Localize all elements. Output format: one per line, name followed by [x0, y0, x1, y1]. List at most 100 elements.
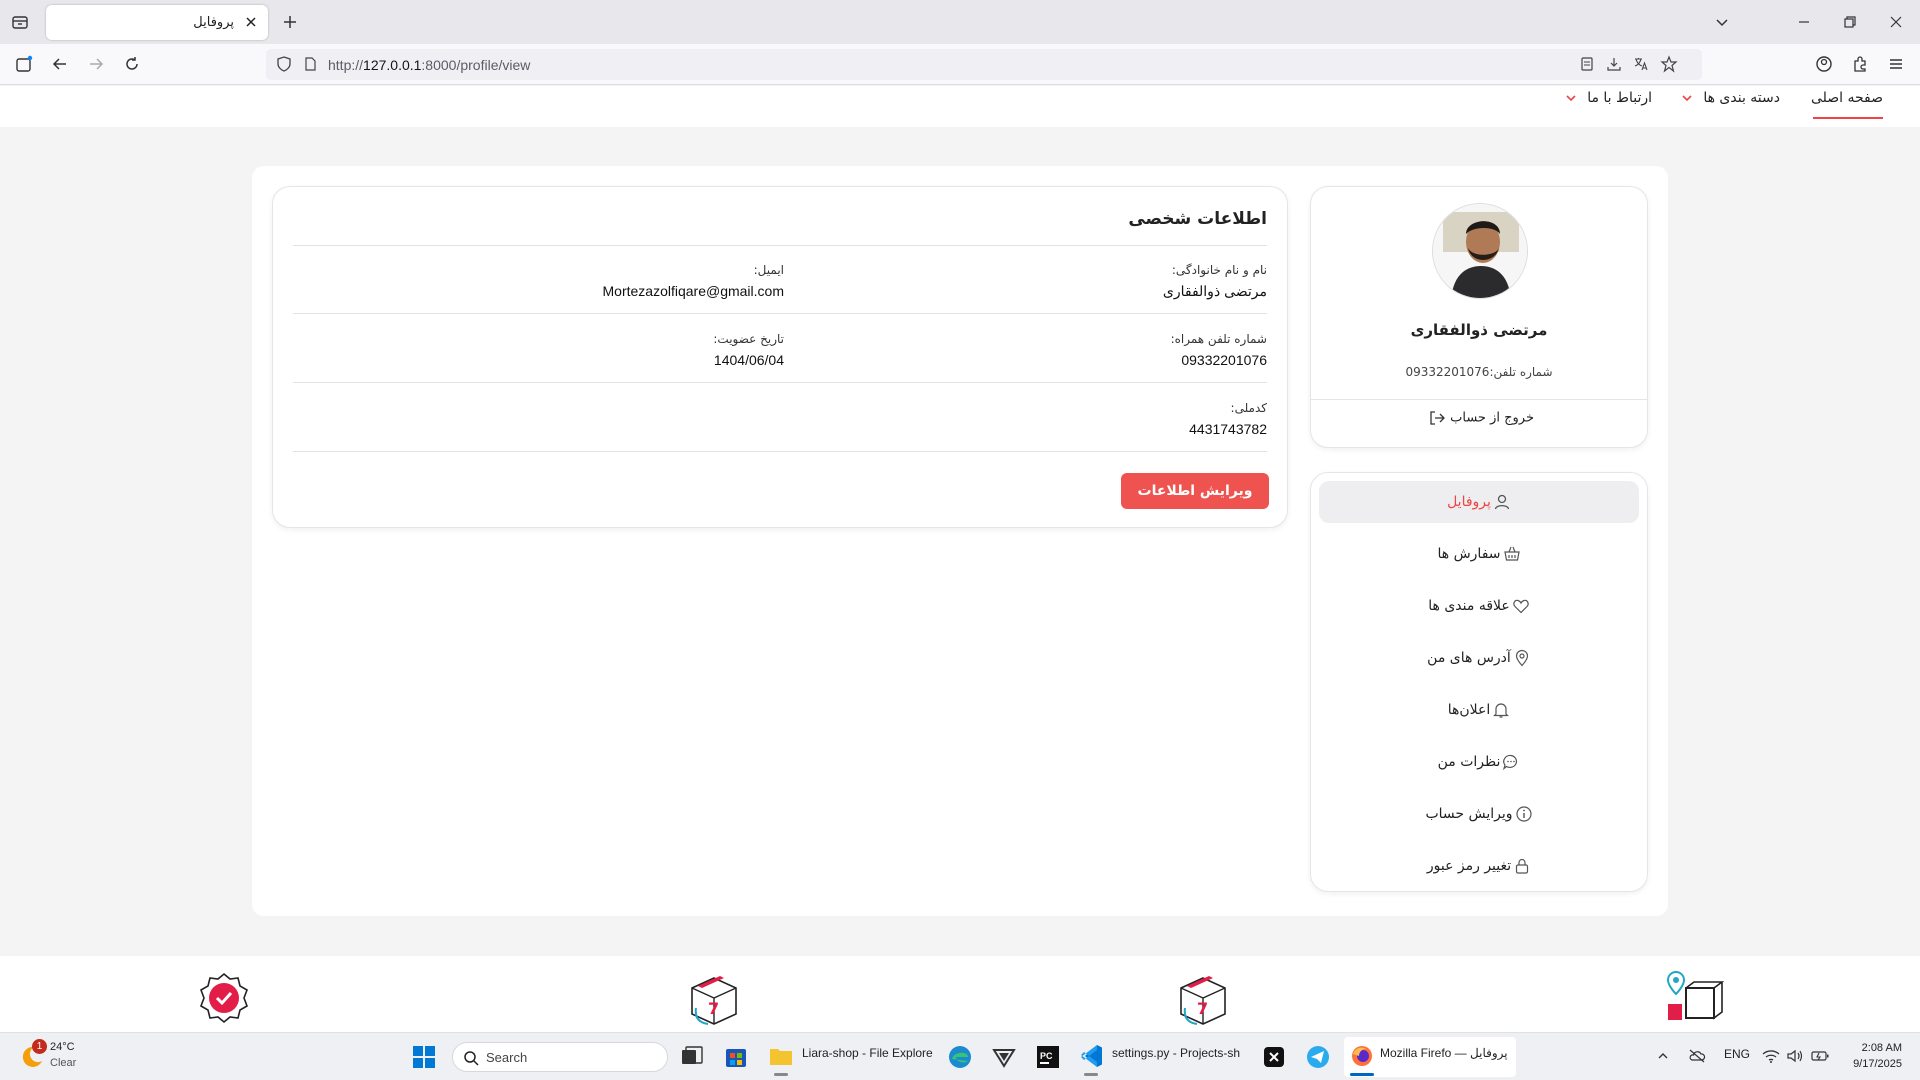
volume-icon[interactable] — [1786, 1048, 1804, 1064]
bookmark-star-icon[interactable] — [1660, 55, 1678, 73]
clock-date: 9/17/2025 — [1853, 1058, 1902, 1070]
user-icon — [1494, 494, 1510, 510]
menu-item-label: سفارش ها — [1437, 546, 1501, 562]
email-value: Mortezazolfiqare@gmail.com — [602, 283, 785, 299]
menu-item-profile[interactable]: پروفایل — [1319, 481, 1639, 523]
avatar-photo — [1433, 204, 1527, 298]
browser-nav-bar: http://127.0.0.1:8000/profile/view — [0, 44, 1920, 85]
windows-start-icon[interactable] — [410, 1041, 438, 1073]
chevron-down-icon — [1566, 95, 1576, 102]
email-label: ایمیل: — [753, 263, 784, 277]
close-tab-icon[interactable] — [244, 15, 258, 29]
fullname-label: نام و نام خانوادگی: — [1171, 263, 1267, 277]
seven-day-return-icon: 7 — [691, 976, 737, 1025]
express-shipping-icon — [1666, 970, 1724, 1020]
extensions-icon[interactable] — [1850, 54, 1870, 74]
translate-icon[interactable] — [1633, 56, 1649, 72]
chevron-down-icon — [1682, 95, 1692, 102]
battery-icon[interactable] — [1810, 1048, 1830, 1064]
nav-contact-label: ارتباط با ما — [1587, 90, 1652, 106]
restore-icon[interactable] — [1840, 12, 1860, 32]
bell-icon — [1493, 703, 1510, 718]
svg-text:7: 7 — [1197, 999, 1208, 1018]
shield-icon[interactable] — [276, 56, 292, 72]
notion-app-icon[interactable] — [1260, 1041, 1288, 1073]
divider — [293, 313, 1267, 314]
reload-icon[interactable] — [122, 54, 142, 74]
language-indicator[interactable]: ENG — [1724, 1047, 1750, 1061]
store-icon[interactable] — [722, 1041, 750, 1073]
logout-button[interactable]: خروج از حساب — [1311, 409, 1647, 427]
nav-home-link[interactable]: صفحه اصلی — [1811, 90, 1883, 106]
menu-item-notifications[interactable]: اعلان‌ها — [1319, 689, 1639, 731]
minimize-icon[interactable] — [1794, 12, 1814, 32]
close-window-icon[interactable] — [1886, 12, 1906, 32]
onedrive-icon[interactable] — [1688, 1048, 1706, 1064]
firefox-icon — [1352, 1046, 1372, 1066]
edit-info-button[interactable]: ویرایش اطلاعات — [1121, 473, 1269, 509]
svg-text:7: 7 — [708, 999, 719, 1018]
member-since-label: تاریخ عضویت: — [713, 332, 784, 346]
back-icon[interactable] — [50, 54, 70, 74]
page-content: صفحه اصلی دسته بندی ها ارتباط با ما اطلا… — [0, 86, 1920, 1032]
logout-label: خروج از حساب — [1450, 410, 1534, 426]
windows-taskbar: 1 24°C Clear Search Liara-shop - File Ex… — [0, 1032, 1920, 1080]
seven-day-delivery-icon: 7 — [1180, 976, 1226, 1025]
menu-item-comments[interactable]: نظرات من — [1319, 741, 1639, 783]
browser-tab-active[interactable]: پروفایل — [46, 5, 268, 40]
features-strip: 7 7 — [0, 956, 1920, 1032]
nav-contact-link[interactable]: ارتباط با ما — [1565, 90, 1652, 106]
vscode-icon — [1081, 1045, 1102, 1067]
taskbar-file-explorer[interactable]: Liara-shop - File Explore — [766, 1037, 936, 1077]
task-view-icon[interactable] — [678, 1041, 706, 1073]
menu-item-label: علاقه مندی ها — [1428, 598, 1510, 614]
pycharm-icon[interactable]: PC — [1034, 1041, 1062, 1073]
chevron-up-icon[interactable] — [1656, 1049, 1670, 1063]
tab-title: پروفایل — [193, 15, 234, 30]
vpn-app-icon[interactable] — [990, 1041, 1018, 1073]
edge-icon[interactable] — [946, 1041, 974, 1073]
menu-item-favorites[interactable]: علاقه مندی ها — [1319, 585, 1639, 627]
nav-categories-link[interactable]: دسته بندی ها — [1681, 90, 1780, 106]
heart-icon — [1513, 599, 1529, 614]
new-tab-icon[interactable] — [280, 12, 300, 32]
search-icon — [464, 1051, 479, 1066]
logout-icon — [1430, 411, 1445, 425]
browser-tab-bar: پروفایل — [0, 0, 1920, 44]
menu-item-change-password[interactable]: تغییر رمز عبور — [1319, 845, 1639, 887]
taskbar-search[interactable]: Search — [452, 1042, 668, 1072]
account-icon[interactable] — [1814, 54, 1834, 74]
tab-list-icon[interactable] — [10, 12, 30, 32]
taskbar-firefox[interactable]: Mozilla Firefo — پروفایل — [1344, 1037, 1516, 1077]
forward-icon[interactable] — [86, 54, 106, 74]
weather-condition: Clear — [50, 1057, 77, 1069]
firefox-label: Mozilla Firefo — پروفایل — [1380, 1046, 1508, 1060]
national-code-value: 4431743782 — [1189, 421, 1267, 437]
reader-view-icon[interactable] — [1579, 56, 1595, 72]
fullname-value: مرتضی ذوالفقاری — [1162, 283, 1267, 299]
weather-badge: 1 — [32, 1039, 47, 1054]
menu-item-orders[interactable]: سفارش ها — [1319, 533, 1639, 575]
svg-text:PC: PC — [1040, 1051, 1053, 1061]
download-page-icon[interactable] — [1606, 56, 1622, 72]
vscode-label: settings.py - Projects-sh — [1112, 1046, 1241, 1060]
url-bar[interactable]: http://127.0.0.1:8000/profile/view — [266, 49, 1702, 80]
clock-time: 2:08 AM — [1861, 1042, 1902, 1054]
sidebar-toggle-icon[interactable] — [14, 54, 34, 74]
phone-value: 09332201076 — [1181, 352, 1267, 368]
profile-phone: شماره تلفن:09332201076 — [1405, 365, 1553, 379]
divider — [293, 451, 1267, 452]
menu-item-edit-account[interactable]: ویرایش حساب — [1319, 793, 1639, 835]
hamburger-menu-icon[interactable] — [1886, 54, 1906, 74]
list-all-tabs-icon[interactable] — [1712, 12, 1732, 32]
folder-icon — [770, 1049, 792, 1065]
taskbar-vscode[interactable]: settings.py - Projects-sh — [1076, 1037, 1246, 1077]
system-clock[interactable]: 2:08 AM 9/17/2025 — [1853, 1040, 1902, 1072]
page-info-icon[interactable] — [302, 56, 318, 72]
menu-item-addresses[interactable]: آدرس های من — [1319, 637, 1639, 679]
telegram-icon[interactable] — [1304, 1041, 1332, 1073]
search-placeholder: Search — [486, 1050, 528, 1065]
menu-item-label: اعلان‌ها — [1447, 702, 1491, 718]
national-code-label: کدملی: — [1230, 401, 1267, 415]
wifi-icon[interactable] — [1762, 1048, 1780, 1064]
